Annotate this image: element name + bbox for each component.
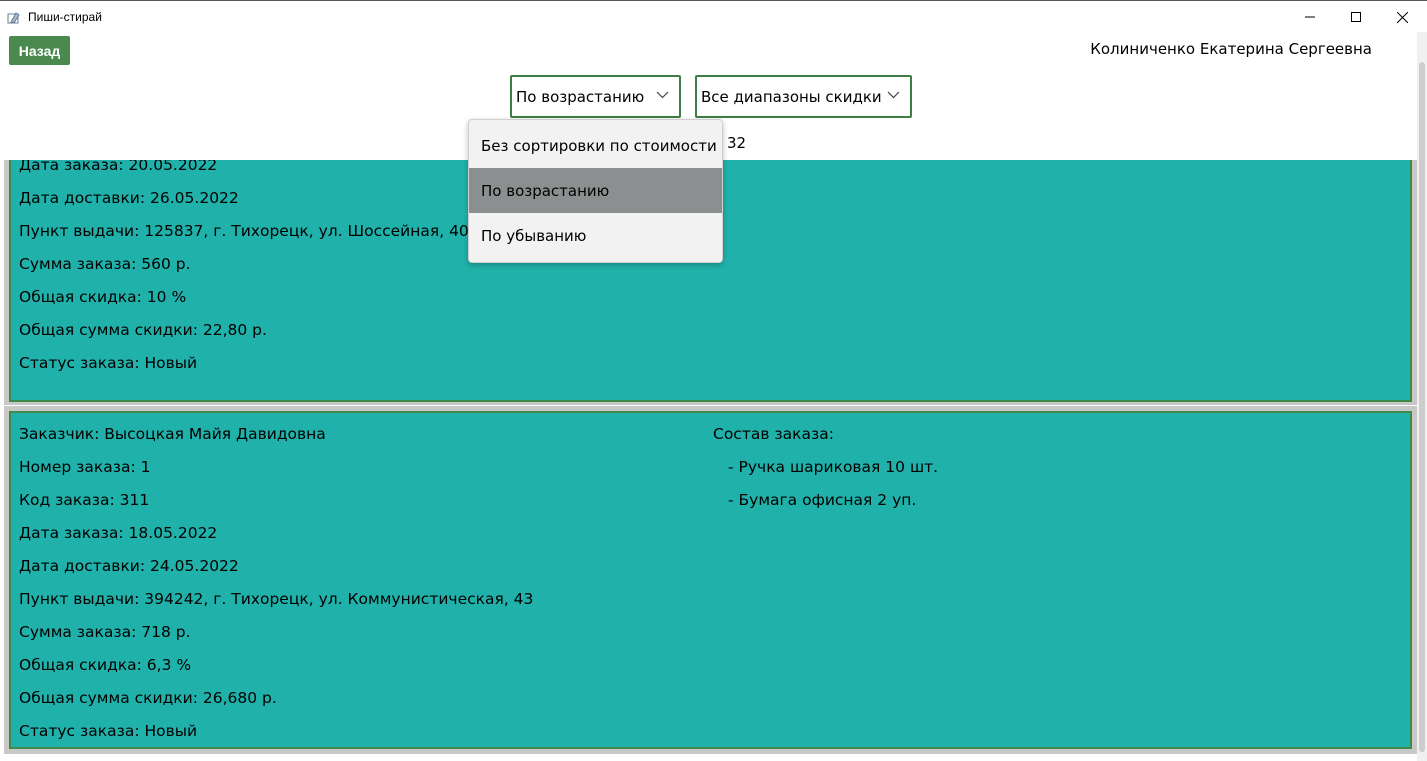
sort-option-descending[interactable]: По убыванию — [469, 213, 722, 258]
sort-combobox[interactable]: По возрастанию — [510, 75, 681, 118]
sort-option-ascending[interactable]: По возрастанию — [469, 168, 722, 213]
maximize-button[interactable] — [1333, 1, 1379, 33]
order-field: Дата доставки: 26.05.2022 — [19, 189, 239, 207]
window-titlebar: Пиши-стирай — [0, 0, 1427, 32]
app-icon — [7, 10, 23, 24]
order-field: Номер заказа: 1 — [19, 458, 151, 476]
window-title: Пиши-стирай — [28, 10, 102, 24]
order-card: Заказчик: Высоцкая Майя Давидовна Номер … — [9, 411, 1412, 749]
order-field: Дата доставки: 24.05.2022 — [19, 557, 239, 575]
order-customer: Заказчик: Высоцкая Майя Давидовна — [19, 425, 326, 443]
order-field: Сумма заказа: 560 р. — [19, 255, 191, 273]
order-field: Пункт выдачи: 125837, г. Тихорецк, ул. Ш… — [19, 222, 469, 240]
discount-combobox-value: Все диапазоны скидки — [701, 87, 882, 106]
close-button[interactable] — [1379, 1, 1425, 33]
sort-dropdown-list: Без сортировки по стоимости По возрастан… — [468, 119, 723, 263]
order-composition-item: - Ручка шариковая 10 шт. — [728, 458, 939, 476]
order-field: Общая скидка: 10 % — [19, 288, 187, 306]
sort-combobox-value: По возрастанию — [516, 87, 645, 106]
discount-filter-combobox[interactable]: Все диапазоны скидки — [695, 75, 912, 118]
order-field: Общая сумма скидки: 26,680 р. — [19, 689, 277, 707]
order-field: Пункт выдачи: 394242, г. Тихорецк, ул. К… — [19, 590, 534, 608]
order-field: Общая скидка: 6,3 % — [19, 656, 192, 674]
order-field: Дата заказа: 18.05.2022 — [19, 524, 218, 542]
minimize-icon — [1305, 16, 1315, 18]
order-field: Код заказа: 311 — [19, 491, 150, 509]
user-name: Колиниченко Екатерина Сергеевна — [1090, 40, 1372, 58]
order-field: Общая сумма скидки: 22,80 р. — [19, 321, 267, 339]
order-field: Дата заказа: 20.05.2022 — [19, 160, 218, 174]
order-field: Статус заказа: Новый — [19, 354, 198, 372]
minimize-button[interactable] — [1287, 1, 1333, 33]
vertical-scrollbar[interactable] — [1417, 32, 1427, 761]
chevron-down-icon — [656, 91, 669, 99]
order-field: Сумма заказа: 718 р. — [19, 623, 191, 641]
scrollbar-thumb[interactable] — [1419, 62, 1425, 752]
close-icon — [1396, 11, 1408, 23]
order-status: Статус заказа: Новый — [19, 722, 198, 740]
records-count: 32 — [727, 134, 747, 152]
order-composition-item: - Бумага офисная 2 уп. — [728, 491, 917, 509]
order-item[interactable]: Заказчик: Высоцкая Майя Давидовна Номер … — [4, 406, 1417, 754]
maximize-icon — [1351, 12, 1361, 22]
back-button[interactable]: Назад — [9, 36, 70, 65]
sort-option-none[interactable]: Без сортировки по стоимости — [469, 123, 722, 168]
order-composition-title: Состав заказа: — [713, 425, 834, 443]
chevron-down-icon — [887, 91, 900, 99]
